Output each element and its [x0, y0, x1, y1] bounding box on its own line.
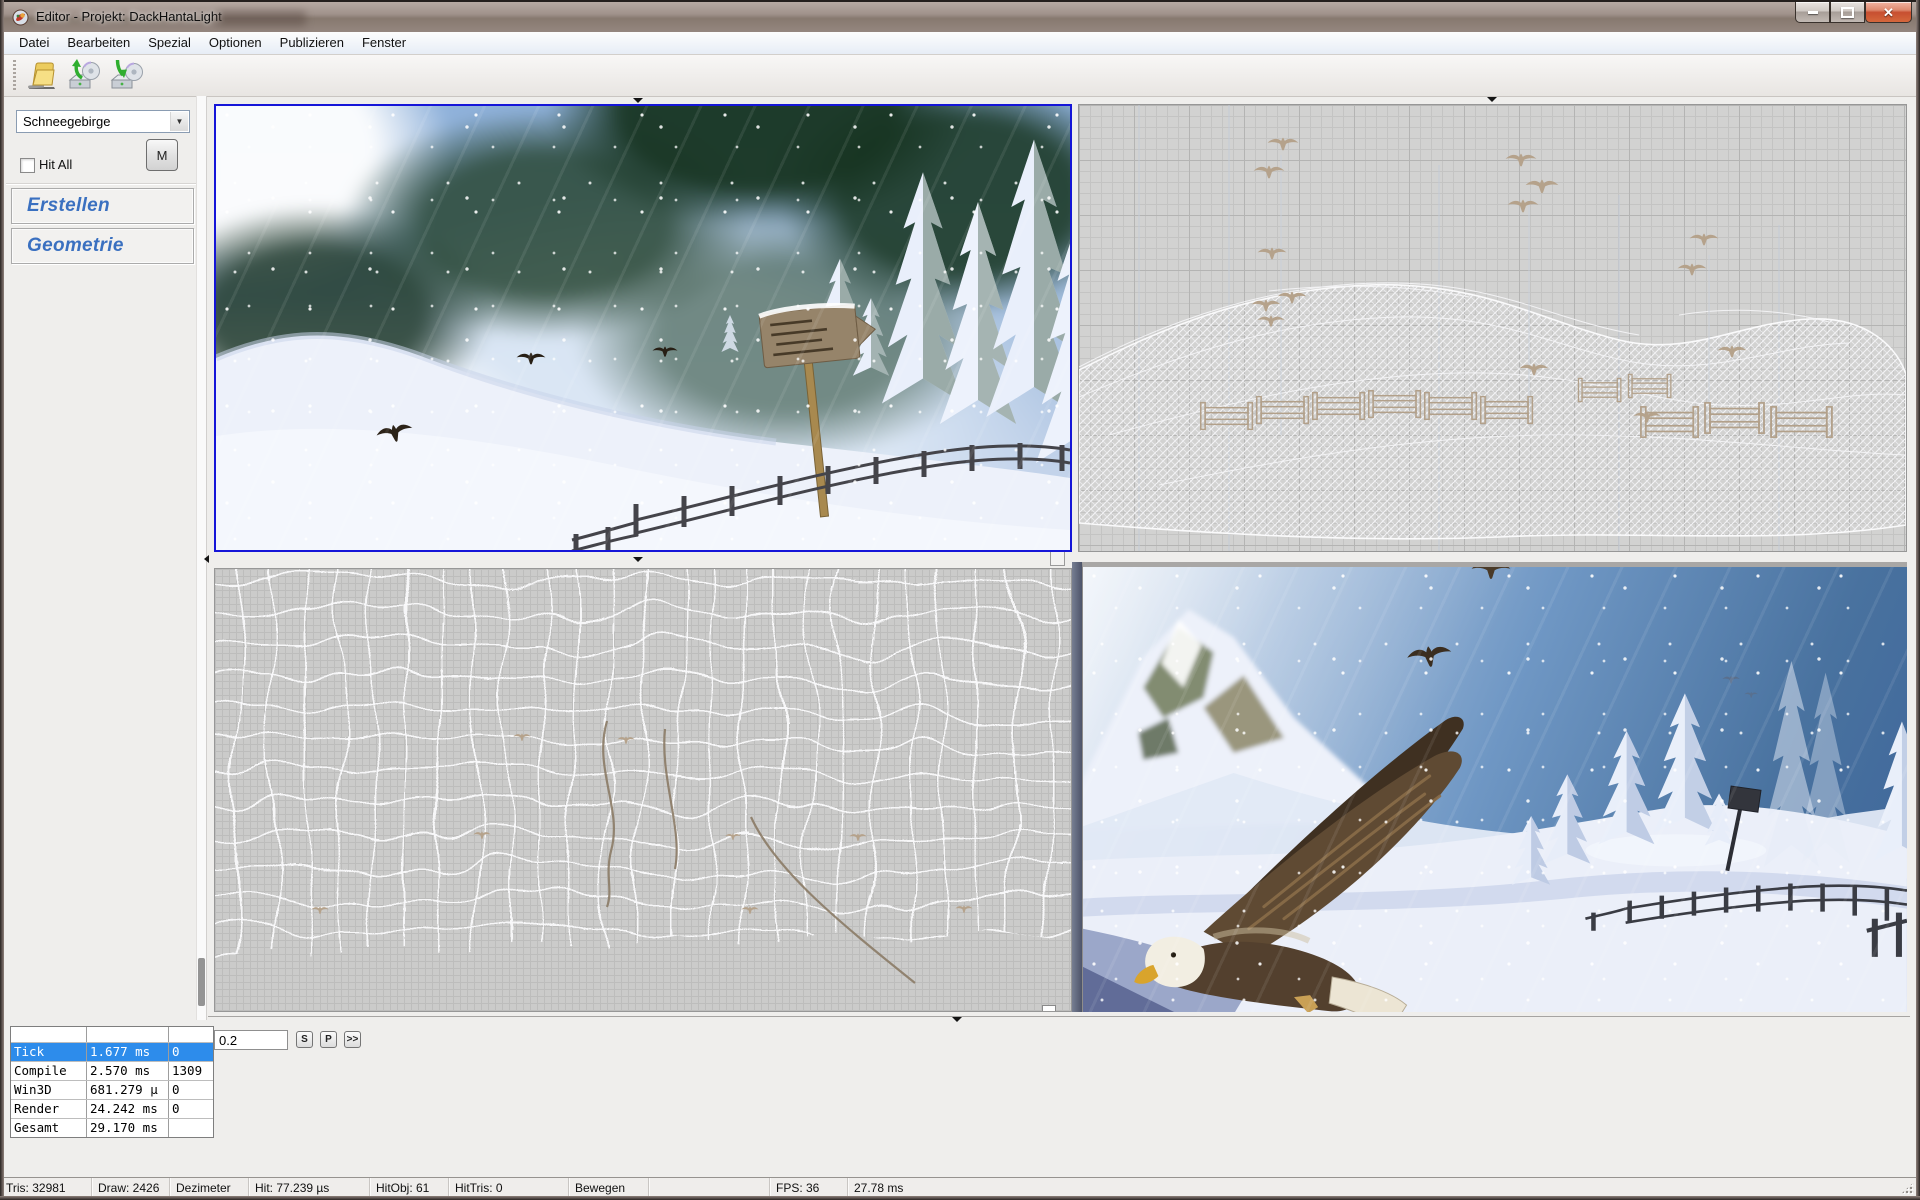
hit-all-checkbox[interactable]	[20, 158, 35, 173]
status-empty	[649, 1178, 770, 1197]
viewport-camera-render-active[interactable]	[214, 104, 1072, 552]
snowfall-overlay	[1083, 567, 1907, 1012]
viewport-bottom-splitter[interactable]	[208, 1016, 1910, 1017]
viewport-scene-render[interactable]	[1082, 562, 1907, 1012]
table-row-compile[interactable]: Compile 2.570 ms 1309	[11, 1062, 213, 1081]
area-select-dropdown[interactable]: Schneegebirge ▼	[16, 110, 190, 133]
step-value-input[interactable]	[214, 1030, 288, 1050]
open-project-folder-icon[interactable]	[24, 58, 60, 92]
close-icon: ✕	[1883, 6, 1894, 19]
splitter-collapse-arrow[interactable]	[952, 1017, 962, 1022]
maximize-button[interactable]	[1830, 2, 1865, 23]
table-row-tick[interactable]: Tick 1.677 ms 0	[11, 1043, 213, 1062]
splitter-collapse-arrow[interactable]	[633, 557, 643, 562]
menu-fenster[interactable]: Fenster	[353, 32, 415, 54]
splitter-collapse-arrow[interactable]	[1487, 97, 1497, 102]
fast-forward-button[interactable]: >>	[344, 1031, 361, 1048]
flight-paths	[603, 721, 915, 983]
window-title: Editor - Projekt: DackHantaLight	[36, 9, 222, 24]
toolbar-grip[interactable]	[13, 60, 16, 90]
viewport-vertical-splitter[interactable]	[1072, 562, 1082, 1012]
toolbar	[4, 55, 1916, 97]
viewport-wireframe-perspective[interactable]	[1078, 104, 1907, 552]
scrollbar-thumb[interactable]	[198, 958, 205, 1006]
table-row-render[interactable]: Render 24.242 ms 0	[11, 1100, 213, 1119]
window-border	[0, 1196, 1920, 1200]
area-select-value: Schneegebirge	[23, 114, 110, 129]
table-header-row	[11, 1027, 213, 1043]
menu-datei[interactable]: Datei	[10, 32, 58, 54]
profiler-table[interactable]: Tick 1.677 ms 0 Compile 2.570 ms 1309 Wi…	[10, 1026, 214, 1138]
pause-button[interactable]: P	[320, 1031, 337, 1048]
chevron-down-icon: ▼	[170, 112, 188, 131]
maximize-icon	[1841, 7, 1854, 18]
redacted-title-suffix	[216, 11, 306, 26]
wireframe-terrain	[1079, 105, 1906, 551]
minimize-icon	[1808, 11, 1818, 14]
table-row-gesamt[interactable]: Gesamt 29.170 ms	[11, 1119, 213, 1137]
menu-spezial[interactable]: Spezial	[139, 32, 200, 54]
status-tris: Tris: 32981	[0, 1178, 92, 1197]
close-button[interactable]: ✕	[1865, 2, 1912, 23]
sidebar-divider	[6, 183, 196, 185]
app-icon	[12, 9, 29, 26]
m-button[interactable]: M	[146, 139, 178, 171]
hit-all-label: Hit All	[39, 157, 72, 172]
splitter-collapse-arrow[interactable]	[633, 98, 643, 103]
status-hit-time: Hit: 77.239 µs	[249, 1178, 370, 1197]
viewport-corner-box	[1042, 1005, 1056, 1012]
menu-publizieren[interactable]: Publizieren	[271, 32, 353, 54]
sidebar-section-geometrie[interactable]: Geometrie	[11, 228, 194, 264]
status-frame-time: 27.78 ms	[848, 1178, 1920, 1197]
menu-optionen[interactable]: Optionen	[200, 32, 271, 54]
status-hittris: HitTris: 0	[449, 1178, 569, 1197]
menu-bar: Datei Bearbeiten Spezial Optionen Publiz…	[4, 32, 1916, 55]
splitter-collapse-arrow[interactable]	[204, 555, 209, 563]
viewport-wireframe-top[interactable]	[214, 568, 1072, 1012]
save-to-disc-icon[interactable]	[108, 58, 144, 92]
status-bar: Tris: 32981 Draw: 2426 Dezimeter Hit: 77…	[0, 1177, 1920, 1197]
load-from-disc-icon[interactable]	[66, 58, 102, 92]
status-draw: Draw: 2426	[92, 1178, 170, 1197]
status-mode: Bewegen	[569, 1178, 649, 1197]
snowfall-overlay	[216, 106, 1070, 550]
eagle-markers	[311, 733, 972, 914]
table-row-win3d[interactable]: Win3D 681.279 µ 0	[11, 1081, 213, 1100]
top-view-overlay	[215, 569, 1071, 1011]
status-fps: FPS: 36	[770, 1178, 848, 1197]
status-hitobj: HitObj: 61	[370, 1178, 449, 1197]
status-unit: Dezimeter	[170, 1178, 249, 1197]
minimize-button[interactable]	[1795, 2, 1830, 23]
menu-bearbeiten[interactable]: Bearbeiten	[58, 32, 139, 54]
sidebar-section-erstellen[interactable]: Erstellen	[11, 188, 194, 224]
title-bar[interactable]: Editor - Projekt: DackHantaLight ✕	[0, 0, 1920, 33]
window-border	[0, 0, 4, 1200]
step-button[interactable]: S	[296, 1031, 313, 1048]
window-border	[1916, 0, 1920, 1200]
